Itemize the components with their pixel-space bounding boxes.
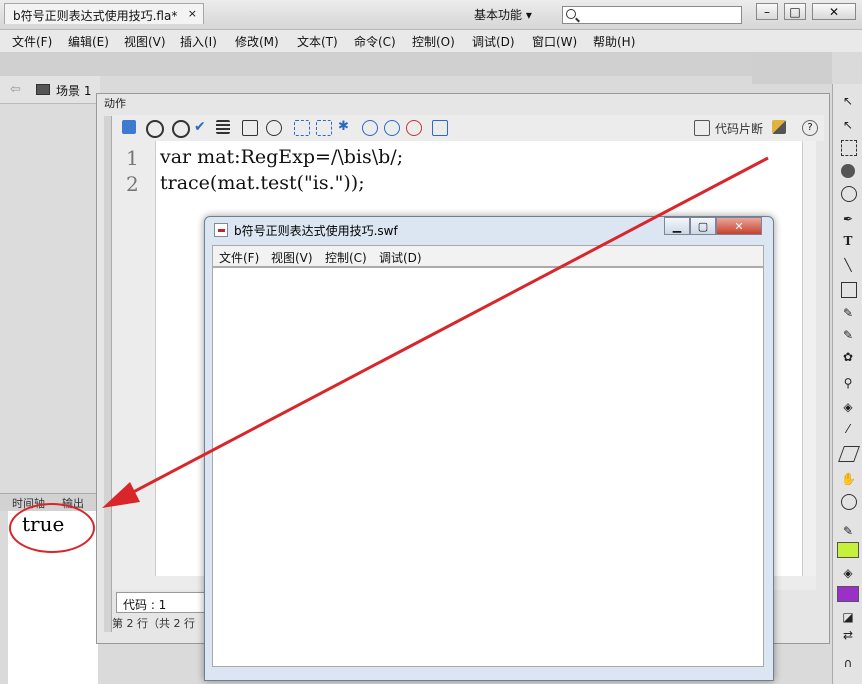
tools-panel: ↖ ↖ ✒ T ╲ ✎ ✎ ✿ ⚲ ◈ ⁄ ✋ ✎ ◈ ◪ ⇄ ∩	[832, 84, 862, 684]
auto-format-icon[interactable]	[216, 120, 230, 134]
paint-bucket-tool-icon[interactable]: ◈	[841, 400, 855, 414]
help-icon[interactable]: ?	[802, 120, 818, 136]
actions-toolbox-splitter[interactable]	[104, 116, 112, 632]
menu-debug[interactable]: 调试(D)	[472, 33, 515, 50]
free-transform-tool-icon[interactable]	[841, 140, 857, 156]
menu-bar: 文件(F) 编辑(E) 视图(V) 插入(I) 修改(M) 文本(T) 命令(C…	[0, 30, 862, 52]
subselection-tool-icon[interactable]: ↖	[841, 118, 855, 132]
find-icon[interactable]	[146, 120, 164, 138]
code-vertical-scrollbar[interactable]	[802, 141, 816, 576]
selection-tool-icon[interactable]: ↖	[841, 94, 855, 108]
menu-help[interactable]: 帮助(H)	[593, 33, 635, 50]
default-colors-icon[interactable]: ◪	[841, 610, 855, 624]
swf-menu-debug[interactable]: 调试(D)	[379, 249, 422, 266]
menu-insert[interactable]: 插入(I)	[180, 33, 217, 50]
document-tab-bar	[0, 52, 752, 76]
actions-panel-title: 动作	[104, 97, 126, 110]
actions-toolbar: ✔ ✱ 代码片断 ?	[112, 115, 824, 141]
right-panel-header	[752, 52, 832, 84]
3d-rotation-tool-icon[interactable]	[841, 164, 855, 178]
code-snippets-icon[interactable]	[694, 120, 710, 136]
menu-edit[interactable]: 编辑(E)	[68, 33, 109, 50]
code-hint-icon[interactable]	[242, 120, 258, 136]
document-tab[interactable]: b符号正则表达式使用技巧.fla* ×	[4, 3, 204, 24]
swf-close-button[interactable]: ✕	[716, 217, 762, 235]
swap-colors-icon[interactable]: ⇄	[841, 628, 855, 642]
close-button[interactable]: ✕	[812, 3, 856, 20]
stroke-color-icon: ✎	[842, 524, 854, 538]
swf-minimize-button[interactable]: ▁	[664, 217, 690, 235]
collapse-between-icon[interactable]	[294, 120, 310, 136]
pencil-tool-icon[interactable]: ✎	[841, 306, 855, 320]
deco-tool-icon[interactable]: ✿	[841, 350, 855, 364]
close-tab-icon[interactable]: ×	[188, 7, 197, 20]
code-snippets-label[interactable]: 代码片断	[715, 120, 763, 137]
lasso-tool-icon[interactable]	[841, 186, 857, 202]
line-number: 1	[126, 146, 139, 170]
fill-color-swatch[interactable]	[837, 586, 859, 602]
menu-commands[interactable]: 命令(C)	[354, 33, 396, 50]
hand-tool-icon[interactable]: ✋	[841, 472, 856, 486]
swf-window-title: b符号正则表达式使用技巧.swf	[234, 224, 398, 238]
bone-tool-icon[interactable]: ⚲	[841, 376, 855, 390]
brush-tool-icon[interactable]: ✎	[841, 328, 855, 342]
code-line: trace(mat.test("is."));	[160, 172, 365, 194]
menu-view[interactable]: 视图(V)	[124, 33, 166, 50]
code-line: var mat:RegExp=/\bis\b/;	[160, 146, 404, 168]
stroke-color-swatch[interactable]	[837, 542, 859, 558]
menu-text[interactable]: 文本(T)	[297, 33, 338, 50]
zoom-tool-icon[interactable]	[841, 494, 857, 510]
apply-block-comment-icon[interactable]	[362, 120, 378, 136]
document-tab-label: b符号正则表达式使用技巧.fla*	[13, 9, 178, 23]
swf-menu-bar: 文件(F) 视图(V) 控制(C) 调试(D)	[212, 245, 764, 267]
maximize-button[interactable]: □	[784, 3, 806, 20]
back-arrow-icon[interactable]: ⇦	[10, 82, 21, 97]
search-icon	[566, 9, 576, 19]
code-tab[interactable]: 代码 : 1	[116, 592, 206, 613]
swf-maximize-button[interactable]: ▢	[690, 217, 716, 235]
line-tool-icon[interactable]: ╲	[841, 258, 855, 272]
workspace-switcher[interactable]: 基本功能 ▾	[466, 5, 548, 25]
line-number: 2	[126, 172, 139, 196]
text-tool-icon[interactable]: T	[841, 234, 855, 248]
rectangle-tool-icon[interactable]	[841, 282, 857, 298]
swf-menu-file[interactable]: 文件(F)	[219, 249, 259, 266]
menu-window[interactable]: 窗口(W)	[532, 33, 577, 50]
annotation-circle	[9, 503, 95, 553]
menu-modify[interactable]: 修改(M)	[235, 33, 279, 50]
scene-label[interactable]: 场景 1	[56, 82, 91, 99]
show-hide-toolbox-icon[interactable]	[432, 120, 448, 136]
expand-all-icon[interactable]: ✱	[338, 120, 352, 134]
wand-icon[interactable]	[772, 120, 786, 134]
search-input[interactable]	[562, 6, 742, 24]
check-syntax-icon[interactable]: ✔	[194, 120, 208, 134]
add-script-icon[interactable]	[122, 120, 136, 134]
remove-comment-icon[interactable]	[406, 120, 422, 136]
snap-to-objects-icon[interactable]: ∩	[841, 656, 855, 670]
swf-stage	[212, 267, 764, 667]
fill-color-icon: ◈	[843, 566, 853, 580]
code-tab-label: 代码 : 1	[123, 598, 167, 612]
swf-file-icon	[214, 223, 228, 237]
apply-line-comment-icon[interactable]	[384, 120, 400, 136]
target-icon[interactable]	[172, 120, 190, 138]
pen-tool-icon[interactable]: ✒	[841, 212, 855, 226]
menu-file[interactable]: 文件(F)	[12, 33, 52, 50]
swf-menu-control[interactable]: 控制(C)	[325, 249, 367, 266]
minimize-button[interactable]: –	[756, 3, 778, 20]
scene-clapper-icon	[36, 84, 50, 95]
swf-menu-view[interactable]: 视图(V)	[271, 249, 313, 266]
scene-bar: ⇦ 场景 1	[0, 76, 100, 104]
eraser-tool-icon[interactable]	[838, 446, 860, 462]
menu-control[interactable]: 控制(O)	[412, 33, 455, 50]
stage-area	[0, 104, 100, 494]
debug-options-icon[interactable]	[266, 120, 282, 136]
eyedropper-tool-icon[interactable]: ⁄	[841, 422, 855, 436]
status-line: 第 2 行（共 2 行	[112, 617, 195, 630]
collapse-selection-icon[interactable]	[316, 120, 332, 136]
workspace-label: 基本功能	[474, 8, 523, 22]
line-number-gutter	[112, 141, 156, 576]
